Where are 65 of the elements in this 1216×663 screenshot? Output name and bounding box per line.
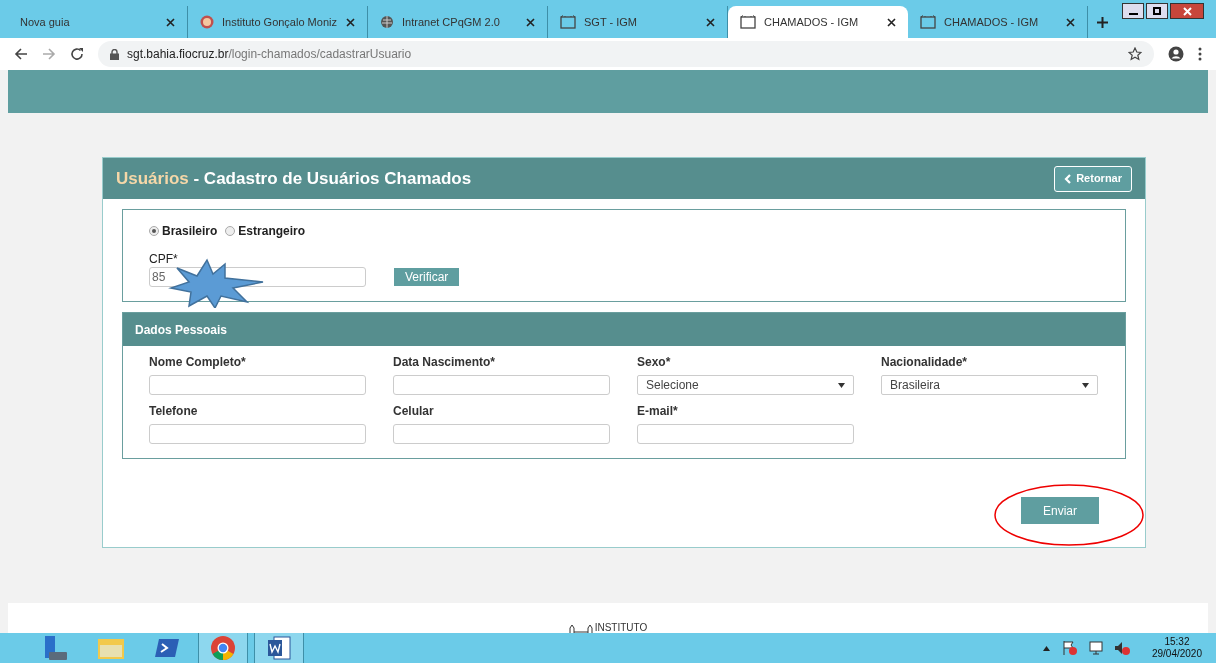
clock-date: 29/04/2020	[1151, 648, 1202, 660]
field-label: E-mail*	[637, 403, 679, 419]
new-tab-icon[interactable]	[1096, 16, 1109, 29]
close-icon[interactable]	[1066, 17, 1075, 27]
field-label: CPF*	[149, 252, 179, 266]
speaker-icon[interactable]	[1113, 640, 1130, 656]
minimize-button[interactable]	[1122, 3, 1144, 19]
field-label: Nome Completo*	[149, 354, 247, 370]
input-field[interactable]	[393, 424, 610, 444]
tab-title: Intranet CPqGM 2.0	[402, 14, 501, 30]
field-label: Sexo*	[637, 354, 672, 370]
input-field[interactable]	[149, 424, 366, 444]
tab-title: Instituto Gonçalo Moniz	[222, 14, 338, 30]
reload-icon[interactable]	[70, 47, 84, 61]
tab-title: CHAMADOS - IGM	[944, 14, 1040, 30]
address-bar[interactable]: sgt.bahia.fiocruz.br/login-chamados/cadastrarUsuario	[98, 41, 1154, 67]
star-icon[interactable]	[1128, 47, 1142, 61]
close-icon[interactable]	[706, 17, 715, 27]
input-field[interactable]	[637, 424, 854, 444]
globe-icon	[380, 15, 394, 29]
close-icon	[1182, 6, 1192, 16]
footer-text: INSTITUTO	[594, 622, 648, 633]
tab-title: SGT - IGM	[584, 14, 638, 30]
caret-icon	[838, 382, 845, 388]
taskbar-app[interactable]	[198, 633, 248, 663]
restore-button[interactable]	[1146, 3, 1168, 19]
field-label: Celular	[393, 403, 435, 419]
account-icon[interactable]	[1168, 46, 1184, 62]
lock-icon	[110, 48, 119, 60]
close-window-button[interactable]	[1170, 3, 1204, 19]
browser-tab[interactable]: CHAMADOS - IGM	[728, 6, 908, 38]
close-icon[interactable]	[526, 17, 535, 27]
select-field[interactable]: Selecione	[637, 375, 854, 395]
close-icon[interactable]	[887, 17, 896, 27]
tray-arrow-icon[interactable]	[1042, 645, 1050, 651]
radio-option[interactable]: Estrangeiro	[225, 222, 306, 240]
select-field[interactable]: Brasileira	[881, 375, 1098, 395]
page-icon	[920, 15, 936, 29]
panel-title: Usuários - Cadastro de Usuários Chamados	[116, 167, 472, 190]
back-icon[interactable]	[14, 47, 28, 61]
input-field[interactable]	[393, 375, 610, 395]
network-icon[interactable]	[1087, 640, 1104, 656]
page-icon	[740, 15, 756, 29]
document-icon[interactable]	[266, 635, 292, 661]
section-header: Dados Pessoais	[123, 313, 1125, 346]
radio-option[interactable]: Brasileiro	[149, 222, 218, 240]
logo-icon	[568, 624, 593, 633]
caret-icon	[1082, 382, 1089, 388]
terminal-icon[interactable]	[154, 636, 180, 660]
seal-icon	[200, 15, 214, 29]
field-label: Data Nascimento*	[393, 354, 497, 370]
menu-icon[interactable]	[1198, 47, 1202, 61]
taskbar-app[interactable]	[254, 633, 304, 663]
flag-icon[interactable]	[1061, 640, 1078, 656]
field-label: Nacionalidade*	[881, 354, 969, 370]
tab-title: CHAMADOS - IGM	[764, 14, 860, 30]
page-icon	[560, 15, 576, 29]
input-field[interactable]	[149, 375, 366, 395]
tab-title: Nova guia	[20, 14, 71, 30]
clock-time: 15:32	[1164, 636, 1190, 648]
chevron-left-icon	[1064, 173, 1072, 184]
close-icon[interactable]	[346, 17, 355, 27]
field-label: Telefone	[149, 403, 199, 419]
close-icon[interactable]	[166, 17, 175, 27]
chrome-icon[interactable]	[210, 635, 236, 661]
